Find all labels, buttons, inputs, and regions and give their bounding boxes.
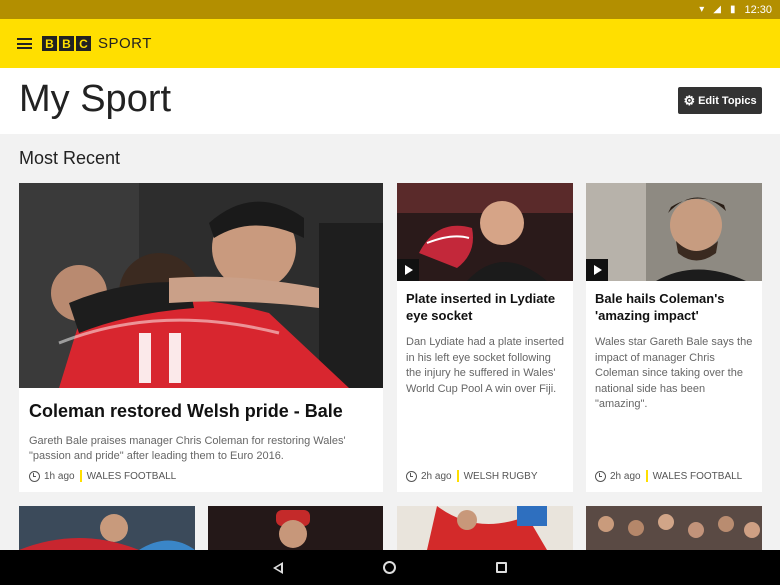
- topic-separator: [456, 470, 459, 482]
- menu-icon[interactable]: [17, 38, 32, 49]
- article-image: [397, 183, 573, 281]
- signal-icon: ◢: [713, 3, 721, 15]
- article-topic[interactable]: WELSH RUGBY: [464, 471, 538, 482]
- article-meta: 1h ago WALES FOOTBALL: [29, 470, 176, 482]
- article-photo: [397, 183, 573, 281]
- back-icon[interactable]: [273, 561, 283, 574]
- article-image: [586, 183, 762, 281]
- article-topic[interactable]: WALES FOOTBALL: [87, 471, 177, 482]
- article-photo: [19, 183, 383, 388]
- article-card-partial[interactable]: [208, 506, 383, 550]
- section-title: Most Recent: [19, 148, 121, 168]
- article-meta: 2h ago WALES FOOTBALL: [595, 470, 742, 482]
- article-card[interactable]: Plate inserted in Lydiate eye socket Dan…: [397, 183, 573, 492]
- clock-icon: [29, 470, 40, 482]
- article-headline[interactable]: Coleman restored Welsh pride - Bale: [29, 401, 373, 422]
- clock-icon: [406, 470, 417, 482]
- recent-apps-icon[interactable]: [496, 562, 507, 573]
- system-navigation-bar: [0, 550, 780, 585]
- gear-icon: ⚙: [683, 92, 696, 108]
- article-photo: [208, 506, 383, 550]
- article-time: 2h ago: [421, 470, 452, 482]
- status-time: 12:30: [744, 3, 772, 16]
- article-summary: Gareth Bale praises manager Chris Colema…: [29, 435, 346, 462]
- app-bar: B B C SPORT: [0, 19, 780, 68]
- wifi-icon: ▾: [699, 3, 705, 15]
- play-icon[interactable]: [397, 259, 419, 281]
- page-title: My Sport: [19, 78, 172, 120]
- bbc-sport-logo[interactable]: B B C SPORT: [42, 35, 152, 52]
- article-photo: [19, 506, 195, 550]
- page-header: My Sport ⚙ Edit Topics: [0, 68, 780, 134]
- article-headline[interactable]: Plate inserted in Lydiate eye socket: [406, 290, 564, 324]
- topic-separator: [645, 470, 648, 482]
- article-card[interactable]: Bale hails Coleman's 'amazing impact' Wa…: [586, 183, 762, 492]
- article-summary: Dan Lydiate had a plate inserted in his …: [406, 336, 564, 395]
- article-card-partial[interactable]: [586, 506, 762, 550]
- article-topic[interactable]: WALES FOOTBALL: [653, 471, 743, 482]
- logo-letter: B: [42, 36, 57, 51]
- article-card-featured[interactable]: Coleman restored Welsh pride - Bale Gare…: [19, 183, 383, 492]
- article-card-partial[interactable]: [397, 506, 573, 550]
- edit-topics-label: Edit Topics: [698, 94, 757, 107]
- article-time: 1h ago: [44, 470, 75, 482]
- logo-letter: B: [59, 36, 74, 51]
- clock-icon: [595, 470, 606, 482]
- logo-letter: C: [76, 36, 91, 51]
- article-photo: [397, 506, 573, 550]
- status-bar: ▾ ◢ ▮ 12:30: [0, 0, 780, 19]
- article-photo: [586, 506, 762, 550]
- article-meta: 2h ago WELSH RUGBY: [406, 470, 538, 482]
- play-icon[interactable]: [586, 259, 608, 281]
- home-icon[interactable]: [383, 561, 396, 574]
- logo-suffix: SPORT: [98, 35, 152, 52]
- article-image: [19, 183, 383, 388]
- edit-topics-button[interactable]: ⚙ Edit Topics: [678, 87, 762, 114]
- article-card-partial[interactable]: [19, 506, 195, 550]
- article-headline[interactable]: Bale hails Coleman's 'amazing impact': [595, 290, 753, 324]
- article-time: 2h ago: [610, 470, 641, 482]
- article-summary: Wales star Gareth Bale says the impact o…: [595, 336, 753, 410]
- article-photo: [586, 183, 762, 281]
- battery-icon: ▮: [729, 3, 736, 15]
- topic-separator: [79, 470, 82, 482]
